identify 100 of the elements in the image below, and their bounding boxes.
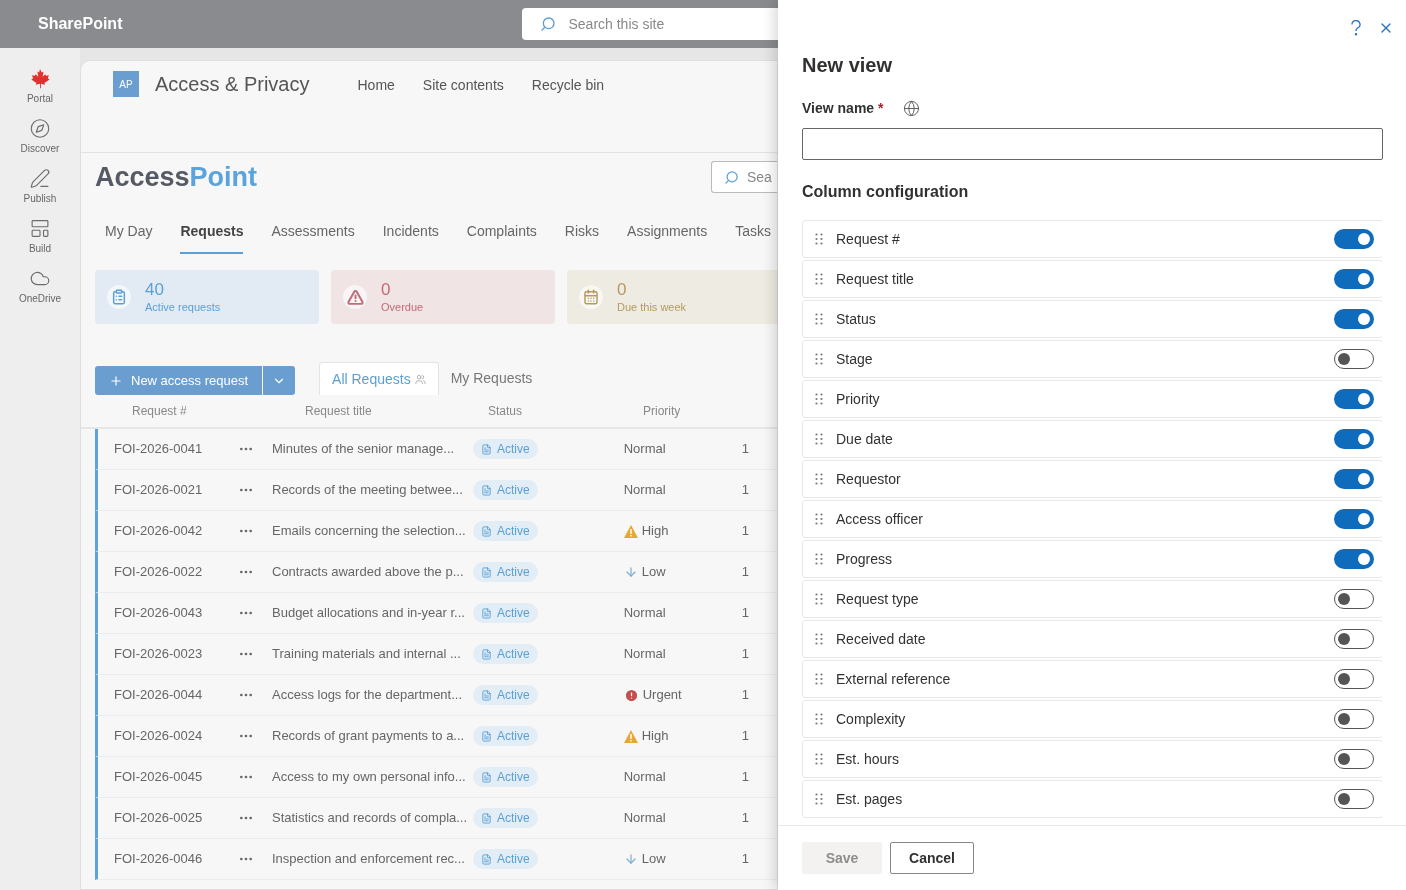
cancel-button[interactable]: Cancel <box>890 842 974 874</box>
search-icon <box>724 169 739 185</box>
search-field[interactable]: Search this site <box>522 8 778 40</box>
status-badge: Active <box>473 644 538 664</box>
column-label: Received date <box>836 629 926 649</box>
new-request-button[interactable]: New access request <box>95 366 263 395</box>
stat-label: Due this week <box>617 300 687 314</box>
document-icon <box>481 443 492 455</box>
drag-handle-icon[interactable] <box>815 433 823 445</box>
toggle-switch[interactable] <box>1334 429 1374 449</box>
app-name[interactable]: SharePoint <box>38 12 123 36</box>
request-title: Inspection and enforcement rec... <box>272 850 466 869</box>
request-id: FOI-2026-0041 <box>113 440 204 459</box>
nav-tab[interactable]: Incidents <box>382 221 439 254</box>
nav-tab[interactable]: Risks <box>564 221 600 254</box>
priority-text: Normal <box>623 440 666 459</box>
toggle-switch[interactable] <box>1334 749 1374 769</box>
status-badge: Active <box>473 808 538 828</box>
rail-item[interactable]: Portal <box>26 68 54 106</box>
table-cell-text: 1 <box>741 645 749 664</box>
page-search-field[interactable]: Sea <box>711 161 777 193</box>
drag-handle-icon[interactable] <box>815 713 823 725</box>
request-title: Budget allocations and in-year r... <box>272 604 466 623</box>
nav-tab[interactable]: Assignments <box>627 221 708 254</box>
priority-text: Normal <box>623 481 666 500</box>
drag-handle-icon[interactable] <box>815 593 823 605</box>
column-label: Est. hours <box>836 749 900 769</box>
toggle-switch[interactable] <box>1334 469 1374 489</box>
drag-handle-icon[interactable] <box>815 393 823 405</box>
rail-item[interactable]: Discover <box>20 118 60 156</box>
nav-tab[interactable]: My Day <box>105 221 153 254</box>
drag-handle-icon[interactable] <box>815 313 823 325</box>
column-label: Requestor <box>836 469 901 489</box>
drag-handle-icon[interactable] <box>815 553 823 565</box>
document-icon <box>481 566 492 578</box>
table-cell-text: 1 <box>741 604 749 623</box>
table-cell-text: 1 <box>741 768 749 787</box>
column-label: Complexity <box>836 709 906 729</box>
toggle-switch[interactable] <box>1334 789 1374 809</box>
toggle-switch[interactable] <box>1334 509 1374 529</box>
nav-tab[interactable]: Complaints <box>466 221 537 254</box>
view-tab[interactable]: All Requests <box>319 362 439 395</box>
request-id: FOI-2026-0021 <box>113 481 204 500</box>
stat-value: 0 <box>617 280 628 300</box>
priority-text: Normal <box>623 604 666 623</box>
document-icon <box>481 771 492 783</box>
drag-handle-icon[interactable] <box>815 793 823 805</box>
drag-handle-icon[interactable] <box>815 753 823 765</box>
view-name-input[interactable] <box>802 128 1383 160</box>
toggle-switch[interactable] <box>1334 389 1374 409</box>
toggle-switch[interactable] <box>1334 669 1374 689</box>
document-icon <box>481 484 492 496</box>
toggle-switch[interactable] <box>1334 229 1374 249</box>
drag-handle-icon[interactable] <box>815 673 823 685</box>
site-nav-link[interactable]: Recycle bin <box>531 71 605 99</box>
rail-item[interactable]: Build <box>28 218 52 256</box>
nav-tab[interactable]: Requests <box>180 221 244 254</box>
request-id: FOI-2026-0045 <box>113 768 204 787</box>
site-title: Access & Privacy <box>155 72 310 97</box>
toggle-switch[interactable] <box>1334 629 1374 649</box>
drag-handle-icon[interactable] <box>815 233 823 245</box>
table-cell-text: 1 <box>741 850 749 869</box>
drag-handle-icon[interactable] <box>815 273 823 285</box>
nav-tab[interactable]: Tasks <box>735 221 771 254</box>
toggle-switch[interactable] <box>1334 269 1374 289</box>
toggle-switch[interactable] <box>1334 309 1374 329</box>
rail-item[interactable]: Publish <box>23 168 57 206</box>
drag-handle-icon[interactable] <box>815 473 823 485</box>
priority-text: High <box>641 727 669 746</box>
toggle-switch[interactable] <box>1334 589 1374 609</box>
toggle-switch[interactable] <box>1334 709 1374 729</box>
drag-handle-icon[interactable] <box>815 513 823 525</box>
plus-icon <box>109 373 123 388</box>
request-title: Training materials and internal ... <box>272 645 462 664</box>
request-title: Contracts awarded above the p... <box>272 563 465 582</box>
table-cell-text: 1 <box>741 809 749 828</box>
column-label: Due date <box>836 429 893 449</box>
toggle-switch[interactable] <box>1334 349 1374 369</box>
pen-icon <box>29 168 51 189</box>
nav-tab[interactable]: Assessments <box>271 221 355 254</box>
toggle-switch[interactable] <box>1334 549 1374 569</box>
drag-handle-icon[interactable] <box>815 633 823 645</box>
dropdown-button[interactable] <box>263 366 296 395</box>
drag-handle-icon[interactable] <box>815 353 823 365</box>
status-badge: Active <box>473 521 538 541</box>
table-cell-text: 1 <box>741 481 749 500</box>
document-icon <box>481 607 492 619</box>
rail-item[interactable]: OneDrive <box>18 268 62 306</box>
globe-icon <box>903 100 921 117</box>
field-label: View name * <box>802 99 884 118</box>
status-badge: Active <box>473 439 538 459</box>
column-label: Status <box>836 309 876 329</box>
site-nav-link[interactable]: Home <box>357 71 395 99</box>
help-icon[interactable] <box>1350 20 1362 36</box>
view-tab[interactable]: My Requests <box>438 362 545 395</box>
site-nav-link[interactable]: Site contents <box>422 71 504 99</box>
status-badge: Active <box>473 849 538 869</box>
column-label: Priority <box>836 389 880 409</box>
section-title: Column configuration <box>802 182 970 202</box>
request-title: Access logs for the department... <box>272 686 464 705</box>
